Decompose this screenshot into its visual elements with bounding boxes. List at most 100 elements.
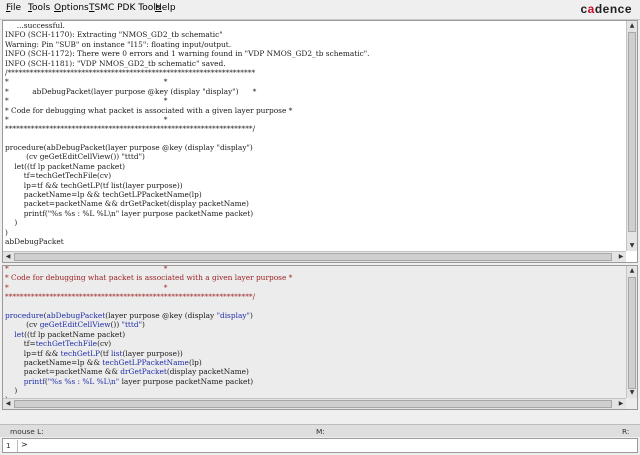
code-token: (layer purpose @key (display [105, 310, 217, 320]
logo-prefix: c [580, 2, 588, 16]
code-token: (tf [100, 348, 111, 358]
code-token: (cv geGetEditCellView()) "tttd") [5, 152, 145, 162]
mouse-right-status: R: [622, 427, 630, 436]
code-line: packet=packetName && drGetPacket(display… [5, 199, 625, 208]
code-line: * * [5, 77, 625, 86]
code-line: INFO (SCH-1181): "VDP NMOS_GD2_tb schema… [5, 59, 625, 68]
command-input[interactable] [29, 440, 625, 451]
log-output-pane[interactable]: ...successful. INFO (SCH-1170): Extractin… [2, 20, 638, 263]
code-line: * * [5, 115, 625, 124]
code-line: ) [5, 386, 625, 395]
code-line: ) [5, 218, 625, 227]
code-token: lp=tf && [5, 348, 61, 358]
code-token: printf [23, 376, 45, 386]
code-token: INFO (SCH-1170): Extracting "NMOS_GD2_tb… [5, 30, 223, 40]
code-line: (cv geGetEditCellView()) "tttd") [5, 152, 625, 161]
code-token: (cv [5, 320, 40, 330]
code-token: list [110, 348, 123, 358]
code-token: geGetEditCellView [39, 320, 111, 330]
code-line: ) [5, 228, 625, 237]
code-token: (layer purpose)) [122, 348, 183, 358]
code-token: let [14, 329, 25, 339]
scroll-up-arrow-icon[interactable]: ▲ [627, 21, 637, 31]
code-token: packet=packetName && drGetPacket(display… [5, 199, 249, 209]
mouse-left-status: mouse L: [10, 427, 44, 436]
log-horizontal-scroll-thumb[interactable] [14, 253, 612, 261]
code-line: let((tf lp packetName packet) [5, 162, 625, 171]
menu-help[interactable]: Help [155, 3, 176, 13]
source-input-text[interactable]: * * * Code for debugging what packet is a… [5, 266, 625, 398]
source-horizontal-scrollbar[interactable]: ◀ ▶ [3, 398, 626, 409]
code-line: tf=techGetTechFile(cv) [5, 171, 625, 180]
source-horizontal-scroll-thumb[interactable] [14, 400, 612, 408]
code-token: printf("%s %s : %L %L\n" layer purpose p… [5, 208, 254, 218]
cadence-logo: cadence [580, 2, 632, 16]
scroll-down-arrow-icon[interactable]: ▼ [627, 241, 637, 251]
log-vertical-scroll-thumb[interactable] [628, 32, 636, 232]
code-token: ****************************************… [5, 292, 256, 302]
code-line: ...successful. [5, 21, 625, 30]
log-horizontal-scrollbar[interactable]: ◀ ▶ [3, 251, 626, 262]
code-token: "tttd" [121, 320, 142, 330]
code-token: Warning: Pin "SUB" on instance "I15": fl… [5, 39, 232, 49]
code-token: drGetPacket [120, 367, 167, 377]
code-token: techGetLP [60, 348, 101, 358]
scroll-up-arrow-icon[interactable]: ▲ [627, 266, 637, 276]
code-token: tf= [5, 339, 36, 349]
code-token: abDebugPacket [5, 236, 64, 246]
code-token: (cv) [97, 339, 112, 349]
command-prompt: > [17, 440, 28, 452]
code-line: ****************************************… [5, 124, 625, 133]
command-line: 1 > [2, 438, 638, 453]
menubar: File Tools Options TSMC PDK Tools Help c… [0, 0, 640, 20]
code-line: * Code for debugging what packet is asso… [5, 273, 625, 282]
code-line: tf=techGetTechFile(cv) [5, 339, 625, 348]
code-line: * abDebugPacket(layer purpose @key (disp… [5, 87, 625, 96]
menu-options[interactable]: Options [54, 3, 89, 13]
scroll-right-arrow-icon[interactable]: ▶ [616, 252, 626, 262]
code-line: procedure(abDebugPacket(layer purpose @k… [5, 311, 625, 320]
source-vertical-scroll-thumb[interactable] [628, 277, 636, 389]
code-token: lp=tf && techGetLP(tf list(layer purpose… [5, 180, 183, 190]
code-token: packetName=lp && techGetLPPacketName(lp) [5, 190, 202, 200]
code-token: * * [5, 114, 168, 124]
scroll-right-arrow-icon[interactable]: ▶ [616, 399, 626, 409]
menu-tsmc-pdk-tools[interactable]: TSMC PDK Tools [89, 3, 160, 13]
code-token: * * [5, 96, 168, 106]
menu-file[interactable]: File [6, 3, 21, 13]
code-line: packetName=lp && techGetLPPacketName(lp) [5, 190, 625, 199]
log-output-text: ...successful. INFO (SCH-1170): Extractin… [5, 21, 625, 251]
code-token: (lp) [188, 357, 202, 367]
code-line: * Code for debugging what packet is asso… [5, 106, 625, 115]
code-token: abDebugPacket [46, 310, 106, 320]
code-line: * * [5, 283, 625, 292]
code-token: packetName=lp && [5, 357, 103, 367]
scroll-left-arrow-icon[interactable]: ◀ [3, 252, 13, 262]
code-token: packet=packetName && [5, 367, 121, 377]
code-token: * abDebugPacket(layer purpose @key (disp… [5, 86, 257, 96]
mouse-status-bar: mouse L: M: R: [0, 424, 640, 437]
scroll-left-arrow-icon[interactable]: ◀ [3, 399, 13, 409]
code-token: procedure(abDebugPacket(layer purpose @k… [5, 143, 253, 153]
source-input-pane[interactable]: * * * Code for debugging what packet is a… [2, 265, 638, 410]
code-token: tf=techGetTechFile(cv) [5, 171, 112, 181]
scroll-down-arrow-icon[interactable]: ▼ [627, 388, 637, 398]
source-vertical-scrollbar[interactable]: ▲ ▼ [626, 266, 637, 398]
code-line: packet=packetName && drGetPacket(display… [5, 367, 625, 376]
menu-tools[interactable]: Tools [28, 3, 50, 13]
code-line: INFO (SCH-1170): Extracting "NMOS_GD2_tb… [5, 30, 625, 39]
code-token: techGetTechFile [35, 339, 98, 349]
code-token: ...successful. [5, 21, 65, 30]
log-vertical-scrollbar[interactable]: ▲ ▼ [626, 21, 637, 251]
code-line: Warning: Pin "SUB" on instance "I15": fl… [5, 40, 625, 49]
code-line: INFO (SCH-1172): There were 0 errors and… [5, 49, 625, 58]
code-token: * Code for debugging what packet is asso… [5, 273, 293, 283]
command-number: 1 [6, 441, 11, 450]
code-token: ) [249, 310, 253, 320]
code-line: printf("%s %s : %L %L\n" layer purpose p… [5, 209, 625, 218]
code-token: * * [5, 77, 168, 87]
code-token: ****************************************… [5, 124, 256, 134]
